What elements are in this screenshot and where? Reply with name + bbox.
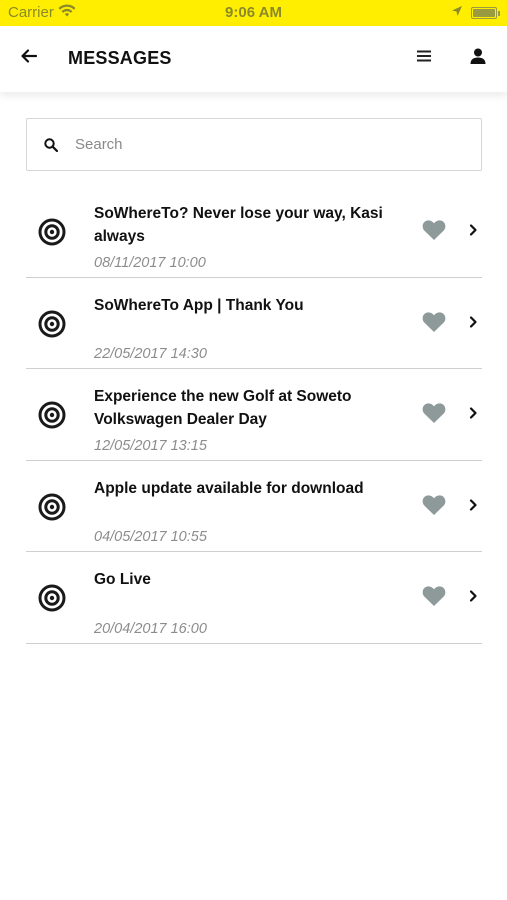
- target-icon: [38, 584, 66, 612]
- back-button[interactable]: [18, 47, 40, 69]
- location-arrow-icon: [451, 4, 463, 21]
- message-date: 20/04/2017 16:00: [94, 620, 207, 637]
- message-date: 22/05/2017 14:30: [94, 346, 207, 362]
- app-header: MESSAGES: [0, 26, 507, 92]
- message-item[interactable]: SoWhereTo App | Thank You 22/05/2017 14:…: [26, 278, 482, 369]
- chevron-right-icon[interactable]: [466, 498, 480, 512]
- status-right: [451, 4, 500, 21]
- chevron-right-icon[interactable]: [466, 223, 480, 237]
- page-title: MESSAGES: [68, 48, 172, 68]
- chevron-right-icon[interactable]: [466, 406, 480, 420]
- battery-level: [473, 8, 495, 17]
- message-title: Experience the new Golf at Soweto Volksw…: [94, 388, 352, 428]
- message-title: Go Live: [94, 571, 151, 588]
- arrow-left-icon: [21, 48, 38, 68]
- menu-icon: [417, 49, 431, 67]
- chevron-right-icon[interactable]: [466, 315, 480, 329]
- user-icon: [470, 48, 486, 69]
- menu-button[interactable]: [413, 47, 435, 69]
- heart-icon[interactable]: [422, 219, 446, 241]
- target-icon: [38, 310, 66, 338]
- message-date: 08/11/2017 10:00: [94, 254, 206, 271]
- message-item[interactable]: SoWhereTo? Never lose your way, Kasi alw…: [26, 186, 482, 278]
- message-list: SoWhereTo? Never lose your way, Kasi alw…: [26, 186, 482, 644]
- search-input[interactable]: [75, 136, 455, 153]
- heart-icon[interactable]: [422, 585, 446, 607]
- message-item[interactable]: Experience the new Golf at Soweto Volksw…: [26, 369, 482, 461]
- message-item[interactable]: Go Live 20/04/2017 16:00: [26, 552, 482, 644]
- battery-icon: [471, 6, 500, 19]
- message-title: Apple update available for download: [94, 479, 364, 497]
- search-icon: [41, 135, 61, 155]
- heart-icon[interactable]: [422, 402, 446, 424]
- message-date: 04/05/2017 10:55: [94, 529, 207, 545]
- status-time: 9:06 AM: [225, 4, 282, 21]
- message-date: 12/05/2017 13:15: [94, 437, 207, 454]
- status-bar: Carrier 9:06 AM: [0, 0, 507, 26]
- message-title: SoWhereTo App | Thank You: [94, 296, 304, 314]
- message-item[interactable]: Apple update available for download 04/0…: [26, 461, 482, 552]
- chevron-right-icon[interactable]: [466, 589, 480, 603]
- target-icon: [38, 401, 66, 429]
- heart-icon[interactable]: [422, 311, 446, 333]
- message-title: SoWhereTo? Never lose your way, Kasi alw…: [94, 205, 383, 245]
- search-box[interactable]: [26, 118, 482, 171]
- user-button[interactable]: [467, 47, 489, 69]
- target-icon: [38, 493, 66, 521]
- heart-icon[interactable]: [422, 494, 446, 516]
- target-icon: [38, 218, 66, 246]
